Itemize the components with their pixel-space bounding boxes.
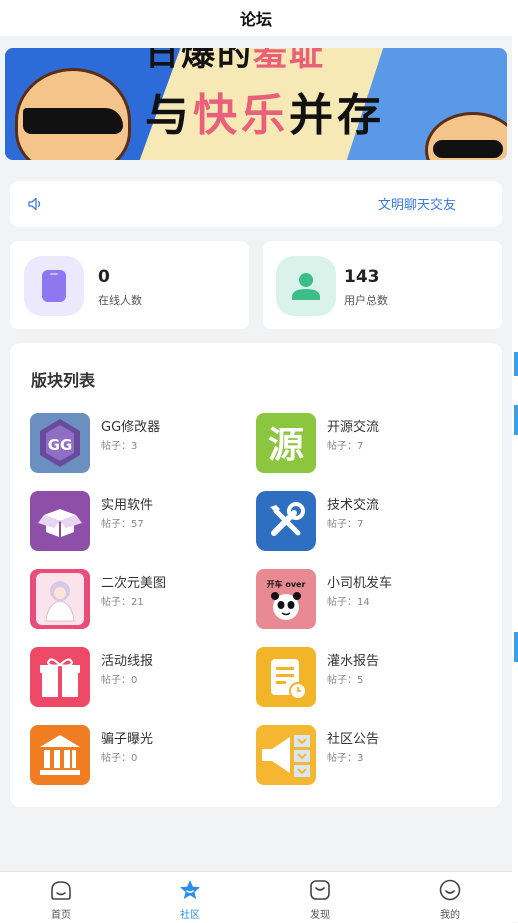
anime-icon bbox=[30, 569, 90, 629]
profile-icon bbox=[439, 879, 461, 901]
banner-line-1: 日爆的羞耻 bbox=[145, 48, 435, 74]
board-item-report[interactable]: 灌水报告 帖子：5 bbox=[256, 647, 456, 709]
tab-home[interactable]: 首页 bbox=[21, 872, 101, 923]
speaker-icon bbox=[28, 197, 41, 211]
page-title: 论坛 bbox=[239, 10, 272, 29]
notice-bar[interactable]: 文明聊天交友 bbox=[10, 181, 502, 227]
tab-discover[interactable]: 发现 bbox=[280, 872, 360, 923]
community-icon bbox=[180, 880, 200, 899]
banner-text: 与 bbox=[145, 90, 193, 141]
board-name: 实用软件 bbox=[101, 498, 154, 513]
svg-text:源: 源 bbox=[268, 425, 304, 466]
board-post-count: 帖子：3 bbox=[101, 441, 138, 452]
board-post-count: 帖子：3 bbox=[327, 753, 364, 764]
home-icon bbox=[51, 881, 71, 900]
user-total: 143 bbox=[344, 267, 380, 287]
board-item-driver[interactable]: 开车 over 小司机发车 帖子：14 bbox=[256, 569, 456, 631]
banner-carousel[interactable]: 日爆的羞耻 与快乐并存 bbox=[5, 48, 507, 160]
box-icon bbox=[30, 491, 90, 551]
board-post-count: 帖子：7 bbox=[327, 441, 364, 452]
board-name: 二次元美图 bbox=[101, 576, 167, 591]
board-name: 骗子曝光 bbox=[101, 732, 154, 747]
source-icon: 源 bbox=[256, 413, 316, 473]
board-name: 活动线报 bbox=[101, 654, 154, 669]
bottom-tab-bar: 首页 社区 发现 我的 bbox=[0, 871, 512, 923]
board-item-gg[interactable]: GG GG修改器 帖子：3 bbox=[30, 413, 230, 475]
tools-icon bbox=[256, 491, 316, 551]
tab-label: 社区 bbox=[180, 910, 200, 921]
banner-text: 日爆的 bbox=[145, 48, 253, 74]
banner-text-highlight: 快乐 bbox=[193, 90, 289, 141]
driver-badge: 开车 over bbox=[267, 579, 306, 589]
banner-text-highlight: 羞耻 bbox=[253, 48, 325, 74]
tab-label: 首页 bbox=[51, 910, 71, 921]
bank-icon bbox=[30, 725, 90, 785]
phone-icon bbox=[24, 256, 84, 316]
board-post-count: 帖子：57 bbox=[101, 519, 144, 530]
board-name: 技术交流 bbox=[327, 498, 380, 513]
gift-icon bbox=[30, 647, 90, 707]
notice-text: 文明聊天交友 bbox=[378, 198, 457, 213]
tab-label: 发现 bbox=[310, 910, 330, 921]
board-item-scam[interactable]: 骗子曝光 帖子：0 bbox=[30, 725, 230, 787]
online-count-label: 在线人数 bbox=[98, 294, 142, 307]
user-total-card: 143 用户总数 bbox=[263, 241, 502, 329]
board-item-anime[interactable]: 二次元美图 帖子：21 bbox=[30, 569, 230, 631]
board-post-count: 帖子：7 bbox=[327, 519, 364, 530]
board-list-title: 版块列表 bbox=[31, 371, 96, 390]
driver-icon: 开车 over bbox=[256, 569, 316, 629]
board-name: 小司机发车 bbox=[327, 576, 393, 591]
side-edge bbox=[512, 0, 518, 922]
banner-text: 并存 bbox=[289, 90, 385, 141]
board-item-software[interactable]: 实用软件 帖子：57 bbox=[30, 491, 230, 553]
board-item-events[interactable]: 活动线报 帖子：0 bbox=[30, 647, 230, 709]
gg-icon: GG bbox=[30, 413, 90, 473]
board-post-count: 帖子：0 bbox=[101, 753, 138, 764]
megaphone-icon bbox=[256, 725, 316, 785]
edge-mark bbox=[514, 632, 518, 662]
report-icon bbox=[256, 647, 316, 707]
online-count-card: 0 在线人数 bbox=[10, 241, 249, 329]
tab-community[interactable]: 社区 bbox=[150, 872, 230, 923]
board-name: 灌水报告 bbox=[327, 654, 380, 669]
board-post-count: 帖子：21 bbox=[101, 597, 144, 608]
board-item-open-source[interactable]: 源 开源交流 帖子：7 bbox=[256, 413, 456, 475]
board-post-count: 帖子：5 bbox=[327, 675, 364, 686]
board-post-count: 帖子：14 bbox=[327, 597, 370, 608]
edge-mark bbox=[514, 352, 518, 376]
tab-label: 我的 bbox=[440, 910, 460, 921]
board-name: GG修改器 bbox=[101, 420, 161, 435]
board-list: 版块列表 GG GG修改器 帖子：3 源 开源交流 帖子：7 实用软件 帖子：5… bbox=[10, 343, 502, 807]
tab-profile[interactable]: 我的 bbox=[410, 872, 490, 923]
board-item-tech[interactable]: 技术交流 帖子：7 bbox=[256, 491, 456, 553]
board-name: 开源交流 bbox=[327, 420, 380, 435]
banner-line-2: 与快乐并存 bbox=[145, 88, 445, 144]
svg-text:GG: GG bbox=[48, 436, 73, 454]
board-name: 社区公告 bbox=[327, 732, 380, 747]
user-icon bbox=[276, 256, 336, 316]
top-bar: 论坛 bbox=[0, 0, 512, 36]
edge-mark bbox=[514, 405, 518, 435]
board-post-count: 帖子：0 bbox=[101, 675, 138, 686]
sunglasses-image bbox=[23, 108, 123, 134]
board-item-announcement[interactable]: 社区公告 帖子：3 bbox=[256, 725, 456, 787]
online-count: 0 bbox=[98, 267, 110, 287]
user-total-label: 用户总数 bbox=[344, 294, 388, 307]
discover-icon bbox=[310, 880, 330, 900]
